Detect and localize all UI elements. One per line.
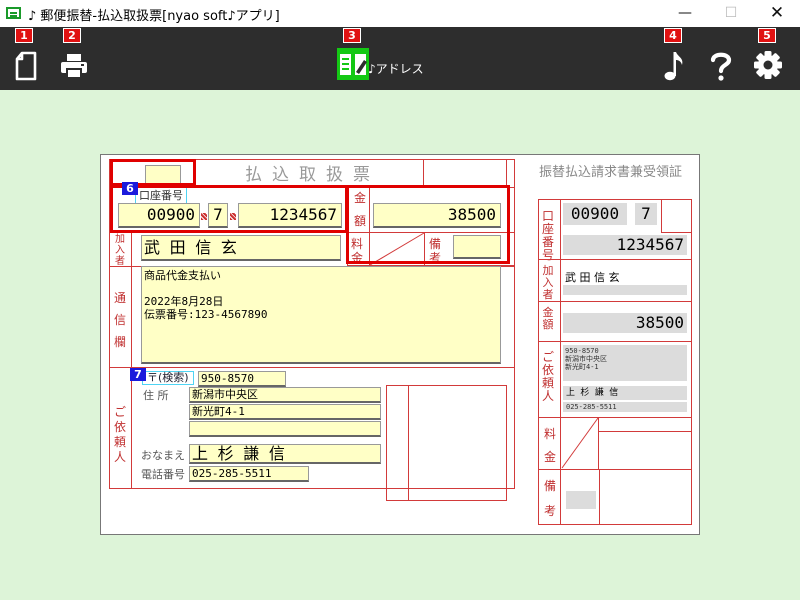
message-line: 伝票番号:123-4567890	[144, 308, 268, 321]
divider	[560, 199, 561, 525]
maximize-button[interactable]: ☐	[708, 0, 754, 27]
divider	[408, 385, 409, 501]
minimize-button[interactable]: —	[662, 0, 708, 27]
divider	[109, 367, 515, 368]
receipt-title: 振替払込請求書兼受領証	[539, 165, 683, 180]
address-line2-field[interactable]: 新光町4-1	[189, 404, 381, 420]
divider	[538, 301, 692, 302]
app-icon	[6, 7, 21, 19]
phone-field[interactable]: 025-285-5511	[189, 466, 309, 482]
address-label: ♪アドレス	[368, 62, 424, 76]
address-button[interactable]: 3 ♪アドレス	[334, 27, 424, 90]
settings-button[interactable]: 5	[750, 27, 786, 90]
message-line: 商品代金支払い	[144, 269, 221, 282]
new-document-icon	[15, 51, 37, 81]
address-label: 住 所	[143, 389, 169, 402]
address-line3-field[interactable]	[189, 421, 381, 437]
badge-5: 5	[758, 28, 776, 43]
badge-6: 6	[122, 182, 138, 195]
divider	[538, 341, 692, 342]
receipt-requester-name: 上 杉 謙 信	[563, 386, 687, 400]
receipt-fee-label-2: 金	[544, 450, 557, 464]
receipt-fee-label-1: 料	[544, 427, 557, 441]
receipt-subscriber-blank	[563, 285, 687, 295]
divider	[599, 431, 692, 432]
phone-label: 電話番号	[141, 468, 185, 481]
requester-label: ご依頼人	[113, 405, 126, 464]
top-right-blank-box	[423, 159, 507, 187]
receipt-fee-diagonal	[561, 417, 599, 469]
stamp-box	[386, 385, 507, 501]
receipt-subscriber-name: 武 田 信 玄	[565, 271, 620, 284]
help-icon	[710, 52, 732, 81]
highlight-account-box	[110, 185, 348, 233]
receipt-requester-addr-line: 新光町4-1	[565, 363, 599, 371]
badge-7: 7	[130, 368, 146, 381]
requester-name-field[interactable]: 上 杉 謙 信	[189, 444, 381, 464]
message-label: 通信欄	[113, 291, 126, 349]
divider	[538, 259, 692, 260]
receipt-account-part3: 1234567	[563, 235, 687, 255]
receipt-requester-addr-line: 950-8570	[565, 347, 599, 355]
receipt-requester-phone: 025-285-5511	[563, 402, 687, 412]
divider	[599, 469, 600, 525]
subscriber-name-field[interactable]: 武 田 信 玄	[141, 235, 341, 261]
badge-3: 3	[343, 28, 361, 43]
subscriber-label: 加入者	[115, 234, 125, 267]
help-button[interactable]	[702, 27, 738, 90]
receipt-account-part2: 7	[635, 203, 657, 225]
receipt-remarks-label-2: 考	[544, 504, 557, 518]
postal-code-field[interactable]: 950-8570	[198, 371, 286, 387]
badge-2: 2	[63, 28, 81, 43]
divider	[661, 199, 692, 233]
receipt-requester-address: 950-8570 新潟市中央区 新光町4-1	[563, 345, 687, 381]
receipt-remarks-field	[566, 491, 596, 509]
badge-4: 4	[664, 28, 682, 43]
close-button[interactable]: ✕	[754, 0, 800, 27]
gear-icon	[754, 51, 782, 79]
window-title: ♪ 郵便振替-払込取扱票[nyao soft♪アプリ]	[28, 9, 280, 24]
toolbar: 1 2 3 ♪アドレス 4 5	[0, 27, 800, 90]
divider	[538, 469, 692, 470]
music-note-icon	[664, 52, 683, 81]
message-field[interactable]: 商品代金支払い 2022年8月28日 伝票番号:123-4567890	[141, 266, 501, 364]
receipt-requester-label: ご依頼人	[541, 350, 554, 403]
postal-search-button[interactable]: 〒(検索)	[142, 371, 194, 385]
printer-icon	[61, 54, 87, 79]
receipt-subscriber-label: 加入者	[542, 264, 554, 301]
receipt-account-label: 口座番号	[541, 209, 554, 262]
payment-form: 払込取扱票 口座番号 00900 7 1234567 金 額 38500 料 金…	[100, 154, 700, 535]
receipt-account-part1: 00900	[563, 203, 627, 225]
receipt-remarks-label-1: 備	[544, 479, 557, 493]
highlight-amount-box	[346, 185, 510, 264]
requester-name-label: おなまえ	[141, 449, 185, 462]
form-title: 払込取扱票	[245, 165, 380, 185]
title-bar: ♪ 郵便振替-払込取扱票[nyao soft♪アプリ] — ☐ ✕	[0, 0, 800, 27]
new-button[interactable]: 1	[8, 27, 44, 90]
sound-button[interactable]: 4	[656, 27, 692, 90]
divider	[131, 232, 132, 489]
address-line1-field[interactable]: 新潟市中央区	[189, 387, 381, 403]
receipt-requester-addr-line: 新潟市中央区	[565, 355, 607, 363]
receipt-amount-label: 金額	[542, 306, 554, 331]
receipt-amount-value: 38500	[563, 313, 687, 333]
badge-1: 1	[15, 28, 33, 43]
print-button[interactable]: 2	[56, 27, 92, 90]
address-book-icon	[337, 48, 369, 80]
message-line: 2022年8月28日	[144, 295, 224, 308]
